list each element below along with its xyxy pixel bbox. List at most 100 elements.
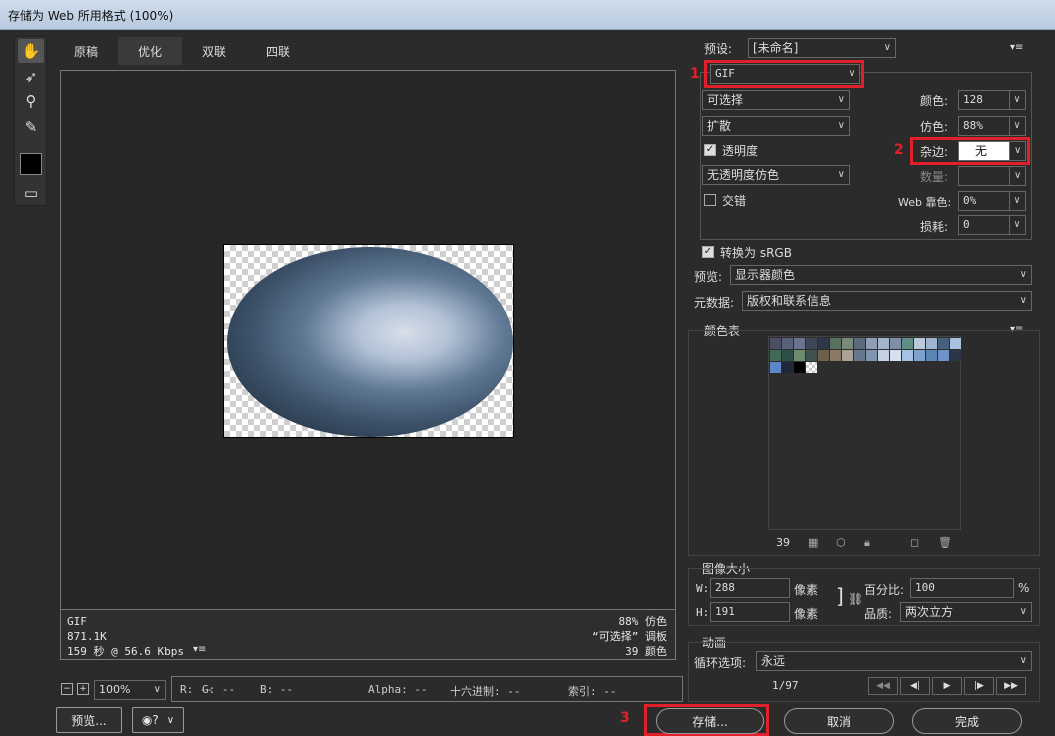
info-colors: 39 颜色: [625, 645, 667, 658]
preset-select[interactable]: [未命名] ∨: [748, 38, 896, 58]
width-field[interactable]: 288: [710, 578, 790, 598]
file-format-select[interactable]: GIF ∨: [710, 64, 860, 84]
metadata-select[interactable]: 版权和联系信息 ∨: [742, 291, 1032, 311]
palette-swatch[interactable]: [914, 350, 925, 361]
preview-in-browser-button[interactable]: 预览...: [56, 707, 122, 733]
done-button[interactable]: 完成: [912, 708, 1022, 734]
optimize-menu-icon[interactable]: ▾≡: [1010, 42, 1023, 53]
palette-swatch[interactable]: [938, 338, 949, 349]
preview-value: 显示器颜色: [735, 268, 796, 282]
height-field[interactable]: 191: [710, 602, 790, 622]
palette-swatch[interactable]: [854, 350, 865, 361]
transparent-swatch[interactable]: [806, 362, 817, 373]
lock-color-icon[interactable]: 🔒︎: [864, 536, 870, 550]
palette-swatch[interactable]: [842, 338, 853, 349]
palette-swatch[interactable]: [866, 350, 877, 361]
palette-swatch[interactable]: [854, 338, 865, 349]
save-button[interactable]: 存储...: [656, 708, 764, 734]
convert-srgb-checkbox[interactable]: ✓: [702, 246, 714, 258]
palette-swatch[interactable]: [770, 350, 781, 361]
cancel-button[interactable]: 取消: [784, 708, 894, 734]
palette-swatch[interactable]: [782, 350, 793, 361]
image-preview: [223, 244, 514, 438]
link-icon[interactable]: ⛓︎: [848, 592, 863, 606]
palette-swatch[interactable]: [830, 338, 841, 349]
toggle-slices-icon[interactable]: ▭: [18, 181, 44, 205]
palette-swatch[interactable]: [878, 350, 889, 361]
palette-swatch[interactable]: [818, 338, 829, 349]
palette-swatch[interactable]: [818, 350, 829, 361]
eyedropper-tool-icon[interactable]: ✎: [18, 115, 44, 139]
transparency-checkbox[interactable]: ✓: [704, 144, 716, 156]
palette-swatch[interactable]: [938, 350, 949, 361]
tab-original[interactable]: 原稿: [54, 37, 118, 65]
quality-select[interactable]: 两次立方 ∨: [900, 602, 1032, 622]
frame-counter: 1/97: [772, 679, 799, 692]
previous-frame-icon[interactable]: ◀|: [900, 677, 930, 695]
web-snap-select[interactable]: 0% ∨: [958, 191, 1026, 211]
palette-swatch[interactable]: [878, 338, 889, 349]
palette-swatch[interactable]: [794, 350, 805, 361]
hand-tool-icon[interactable]: ✋: [18, 39, 44, 63]
tab-4-up[interactable]: 四联: [246, 37, 310, 65]
palette-swatch[interactable]: [866, 338, 877, 349]
palette-swatch[interactable]: [902, 350, 913, 361]
web-shift-cube-icon[interactable]: ⬡: [836, 536, 846, 549]
chevron-down-icon: ∨: [837, 120, 845, 131]
palette-swatch[interactable]: [782, 338, 793, 349]
zoom-in-icon[interactable]: +: [77, 683, 89, 695]
first-frame-icon[interactable]: ◀◀: [868, 677, 898, 695]
dither-amount-value: 88%: [963, 119, 983, 132]
chevron-down-icon: ∨: [1019, 655, 1027, 666]
palette-swatch[interactable]: [770, 338, 781, 349]
percent-label: 百分比:: [864, 583, 905, 597]
amount-select[interactable]: ∨: [958, 166, 1026, 186]
transparency-dither-select[interactable]: 无透明度仿色 ∨: [702, 165, 850, 185]
new-color-icon[interactable]: ◻: [910, 536, 919, 549]
last-frame-icon[interactable]: ▶▶: [996, 677, 1026, 695]
palette-swatch[interactable]: [794, 338, 805, 349]
next-frame-icon[interactable]: |▶: [964, 677, 994, 695]
dither-amount-select[interactable]: 88% ∨: [958, 116, 1026, 136]
color-table[interactable]: [768, 336, 961, 530]
palette-swatch[interactable]: [890, 350, 901, 361]
transparency-map-icon[interactable]: ▦: [808, 536, 818, 549]
palette-swatch[interactable]: [806, 338, 817, 349]
palette-swatch[interactable]: [926, 338, 937, 349]
zoom-tool-icon[interactable]: ⚲: [18, 89, 44, 113]
tab-2-up[interactable]: 双联: [182, 37, 246, 65]
palette-swatch[interactable]: [914, 338, 925, 349]
percent-field[interactable]: 100: [910, 578, 1014, 598]
loop-select[interactable]: 永远 ∨: [756, 651, 1032, 671]
palette-swatch[interactable]: [770, 362, 781, 373]
palette-swatch[interactable]: [950, 338, 961, 349]
palette-swatch[interactable]: [806, 350, 817, 361]
trash-icon[interactable]: 🗑︎: [938, 536, 952, 549]
matte-select[interactable]: 无 ∨: [958, 141, 1026, 161]
download-speed-menu-icon[interactable]: ▾≡: [193, 644, 206, 655]
palette-swatch[interactable]: [926, 350, 937, 361]
play-icon[interactable]: ▶: [932, 677, 962, 695]
tab-optimized[interactable]: 优化: [118, 37, 182, 65]
colors-select[interactable]: 128 ∨: [958, 90, 1026, 110]
browser-select-button[interactable]: ◉? ∨: [132, 707, 184, 733]
chevron-down-icon: ∨: [1009, 117, 1025, 135]
palette-swatch[interactable]: [782, 362, 793, 373]
palette-swatch[interactable]: [950, 350, 961, 361]
view-tabs: 原稿 优化 双联 四联: [54, 37, 310, 65]
dither-algorithm-select[interactable]: 扩散 ∨: [702, 116, 850, 136]
palette-swatch[interactable]: [890, 338, 901, 349]
eyedropper-color-swatch[interactable]: [20, 153, 42, 175]
palette-swatch[interactable]: [830, 350, 841, 361]
lossy-select[interactable]: 0 ∨: [958, 215, 1026, 235]
palette-swatch[interactable]: [794, 362, 805, 373]
slice-select-tool-icon[interactable]: ➶: [18, 65, 44, 89]
palette-swatch[interactable]: [842, 350, 853, 361]
interlaced-checkbox[interactable]: [704, 194, 716, 206]
preview-canvas[interactable]: [60, 70, 676, 610]
zoom-out-icon[interactable]: −: [61, 683, 73, 695]
zoom-level-select[interactable]: 100% ∨: [94, 680, 166, 700]
palette-swatch[interactable]: [902, 338, 913, 349]
color-reduction-select[interactable]: 可选择 ∨: [702, 90, 850, 110]
preview-select[interactable]: 显示器颜色 ∨: [730, 265, 1032, 285]
